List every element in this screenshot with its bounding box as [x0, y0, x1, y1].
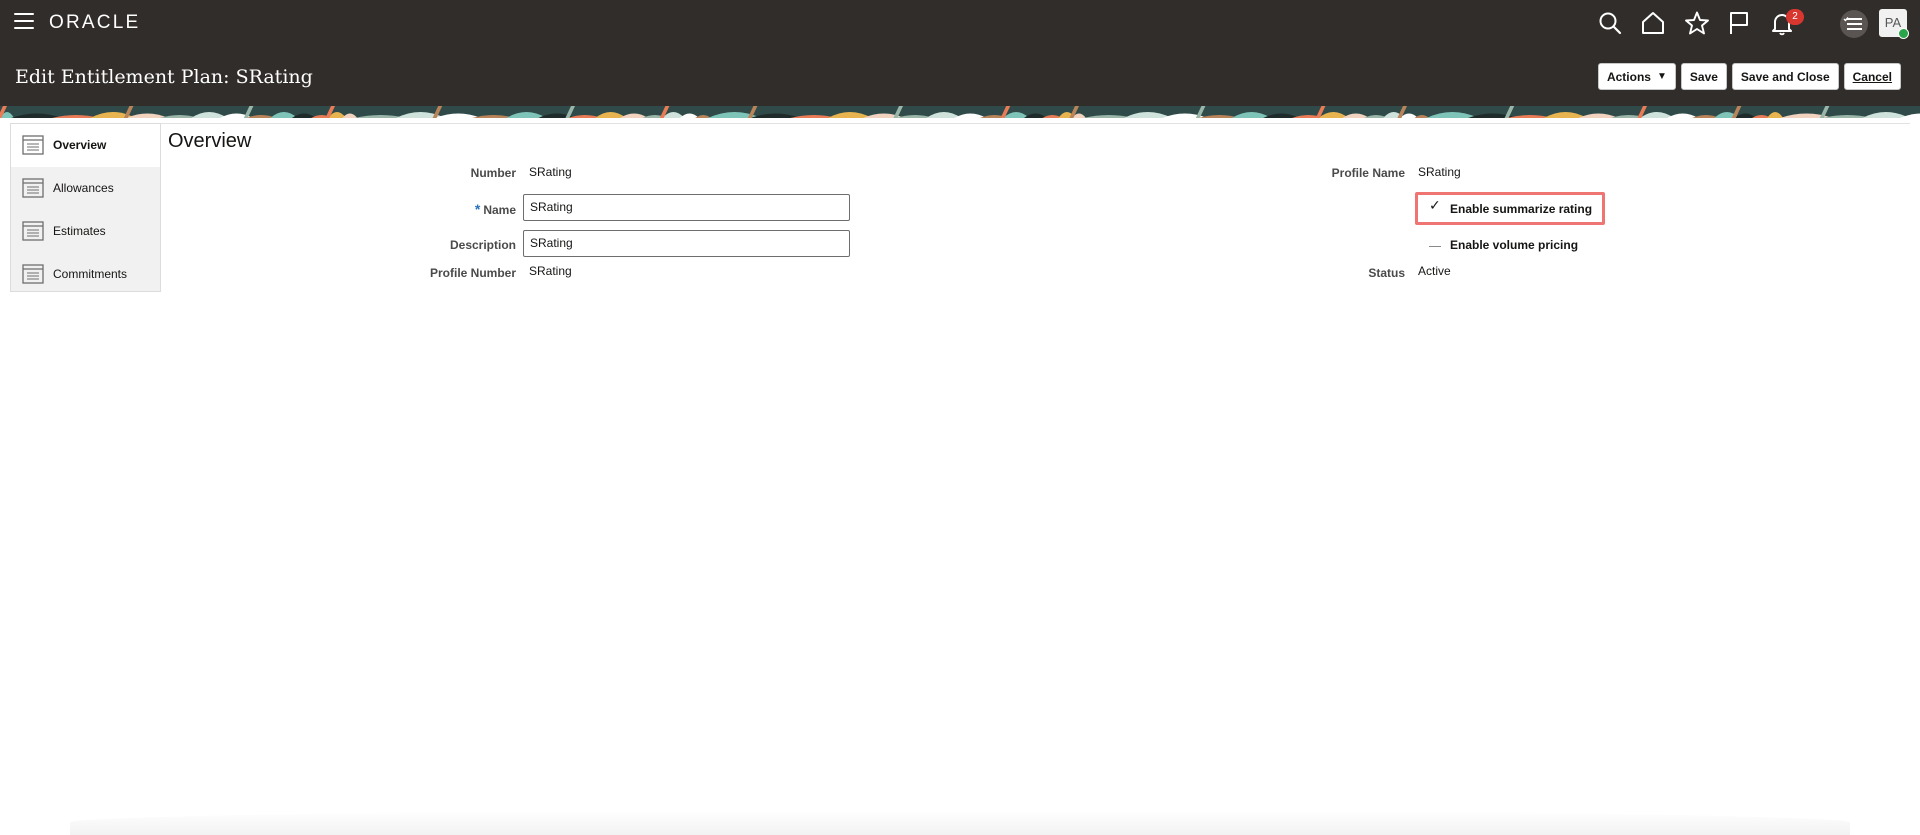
- status-value: Active: [1418, 264, 1451, 278]
- name-input[interactable]: SRating: [523, 194, 850, 221]
- save-button[interactable]: Save: [1680, 63, 1727, 90]
- profile-number-value: SRating: [529, 264, 572, 278]
- section-title: Overview: [168, 130, 252, 152]
- description-label: Description: [449, 238, 516, 252]
- save-label: Save: [1689, 69, 1718, 84]
- sidebar-item-overview[interactable]: Overview: [11, 124, 160, 167]
- global-header: ORACLE 2 PA Edit Entitlement Plan: SRati…: [0, 0, 1920, 106]
- profile-number-label: Profile Number: [429, 266, 516, 280]
- navigator-menu-icon[interactable]: [14, 13, 34, 31]
- list-page-icon: [22, 178, 44, 198]
- save-and-close-label: Save and Close: [1740, 69, 1830, 84]
- enable-volume-pricing-checkbox[interactable]: Enable volume pricing: [1450, 238, 1578, 252]
- cancel-label: Cancel: [1852, 69, 1892, 84]
- description-input[interactable]: SRating: [523, 230, 850, 257]
- decorative-banner: [0, 106, 1920, 118]
- actions-label: Actions: [1606, 69, 1651, 84]
- unchecked-dash-icon: [1429, 246, 1441, 247]
- page-title: Edit Entitlement Plan: SRating: [15, 66, 313, 88]
- favorites-star-icon[interactable]: [1684, 10, 1710, 36]
- number-label: Number: [470, 166, 516, 180]
- list-page-icon: [22, 264, 44, 284]
- name-label-wrapper: * Name: [475, 201, 516, 217]
- sidebar-item-label: Commitments: [53, 267, 128, 281]
- settings-actions-icon[interactable]: [1840, 10, 1868, 38]
- name-label: Name: [483, 203, 516, 217]
- sidebar-item-label: Allowances: [53, 181, 114, 195]
- profile-name-value: SRating: [1418, 165, 1461, 179]
- sidebar-item-label: Estimates: [53, 224, 106, 238]
- checkmark-icon: ✓: [1429, 197, 1441, 213]
- chevron-down-icon: ▼: [1656, 71, 1667, 82]
- number-value: SRating: [529, 165, 572, 179]
- required-indicator: *: [474, 201, 481, 217]
- bottom-shadow: [70, 810, 1850, 835]
- save-and-close-button[interactable]: Save and Close: [1731, 63, 1839, 90]
- enable-summarize-rating-checkbox[interactable]: Enable summarize rating: [1450, 202, 1592, 216]
- cancel-button[interactable]: Cancel: [1843, 63, 1901, 90]
- presence-status-indicator: [1898, 28, 1909, 39]
- sidebar-item-allowances[interactable]: Allowances: [11, 167, 160, 210]
- oracle-logo[interactable]: ORACLE: [49, 12, 140, 34]
- notification-count-badge: 2: [1786, 9, 1804, 25]
- search-icon[interactable]: [1597, 10, 1623, 36]
- section-navigation: Overview Allowances Estimates Commitment…: [10, 123, 161, 292]
- actions-menu-button[interactable]: Actions ▼: [1597, 63, 1676, 90]
- sidebar-item-commitments[interactable]: Commitments: [11, 253, 160, 296]
- sidebar-item-estimates[interactable]: Estimates: [11, 210, 160, 253]
- watchlist-flag-icon[interactable]: [1726, 10, 1752, 36]
- sidebar-item-label: Overview: [53, 138, 107, 152]
- list-page-icon: [22, 135, 44, 155]
- list-page-icon: [22, 221, 44, 241]
- content-top-divider: [161, 123, 1910, 124]
- home-icon[interactable]: [1640, 10, 1666, 36]
- page-toolbar: Actions ▼ Save Save and Close Cancel: [1597, 63, 1901, 91]
- status-label: Status: [1368, 266, 1405, 280]
- profile-name-label: Profile Name: [1331, 166, 1405, 180]
